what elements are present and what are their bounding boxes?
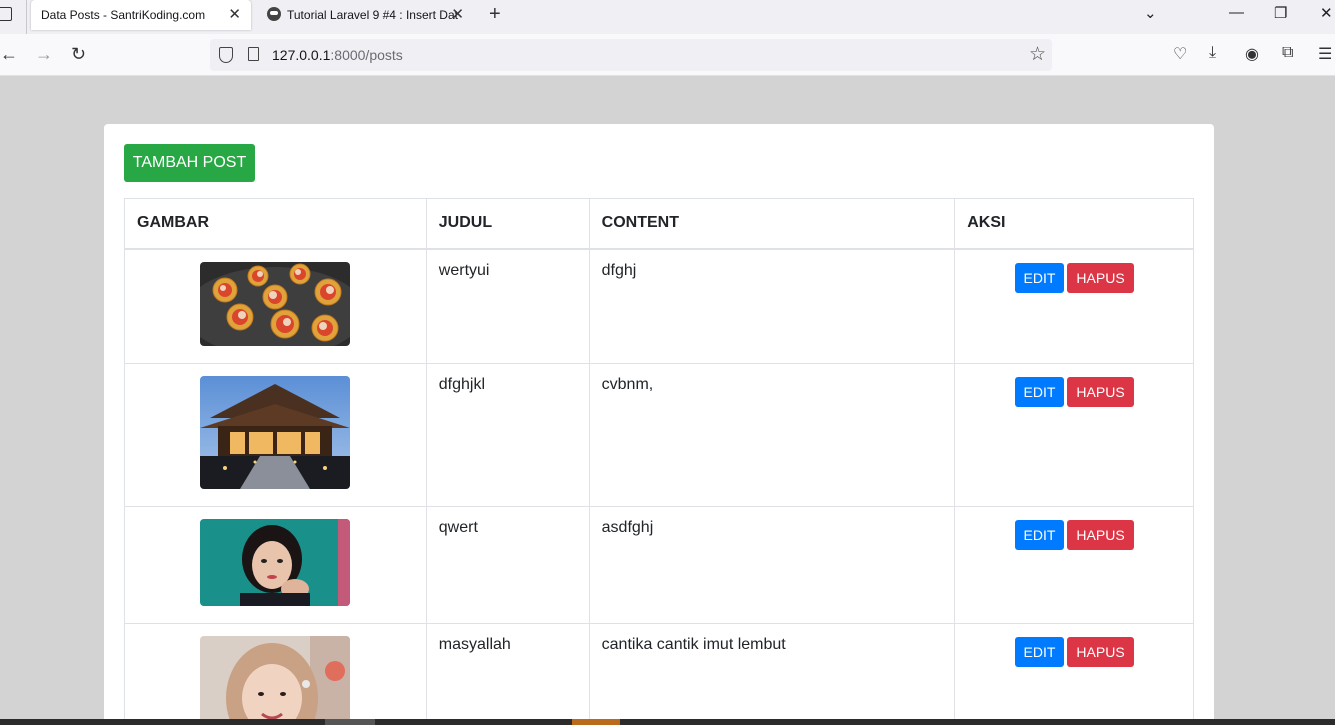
content-cell: dfghj — [588, 248, 956, 364]
table-row: qwert asdfghj EDIT HAPUS — [124, 505, 1194, 624]
navigation-bar: ← → ↻ 127.0.0.1:8000/posts ☆ ♡ ⤓ ◉ ⧉ ☰ — [0, 34, 1335, 76]
table-row: dfghjkl cvbnm, EDIT HAPUS — [124, 362, 1194, 507]
pocket-icon[interactable]: ♡ — [1173, 44, 1187, 64]
judul-cell: dfghjkl — [425, 362, 590, 507]
tab-data-posts[interactable]: Data Posts - SantriKoding.com ✕ — [31, 0, 251, 30]
aksi-cell: EDIT HAPUS — [954, 505, 1194, 624]
tab-title: Data Posts - SantriKoding.com — [41, 8, 206, 22]
tab-title: Tutorial Laravel 9 #4 : Insert Dat — [287, 8, 458, 22]
tab-separator — [26, 0, 27, 34]
table-row: masyallah cantika cantik imut lembut EDI… — [124, 622, 1194, 725]
taskbar — [0, 719, 1335, 725]
gambar-cell — [124, 362, 427, 507]
edit-button[interactable]: EDIT — [1014, 519, 1065, 550]
delete-button[interactable]: HAPUS — [1067, 262, 1134, 293]
url-bar[interactable]: 127.0.0.1:8000/posts ☆ — [210, 39, 1052, 71]
edit-button[interactable]: EDIT — [1014, 376, 1065, 407]
delete-button[interactable]: HAPUS — [1067, 636, 1134, 667]
content-cell: asdfghj — [588, 505, 956, 624]
header-judul: JUDUL — [425, 198, 590, 250]
aksi-cell: EDIT HAPUS — [954, 248, 1194, 364]
account-icon[interactable]: ◉ — [1245, 44, 1259, 64]
judul-cell: masyallah — [425, 622, 590, 725]
posts-table: GAMBAR JUDUL CONTENT AKSI wertyui dfghj … — [124, 198, 1194, 725]
close-window-icon[interactable]: ✕ — [1320, 4, 1333, 22]
menu-icon[interactable]: ☰ — [1318, 44, 1332, 64]
gambar-cell — [124, 505, 427, 624]
shield-icon[interactable] — [219, 47, 233, 63]
hijab-girl-image — [200, 635, 351, 725]
tab-close-icon[interactable]: ✕ — [228, 5, 241, 23]
download-icon[interactable]: ⤓ — [1209, 44, 1216, 62]
header-aksi: AKSI — [954, 198, 1194, 250]
aksi-cell: EDIT HAPUS — [954, 622, 1194, 725]
url-path: :8000/posts — [330, 47, 403, 63]
posts-card: TAMBAH POST GAMBAR JUDUL CONTENT AKSI we… — [104, 124, 1214, 725]
header-gambar: GAMBAR — [124, 198, 427, 250]
table-row: wertyui dfghj EDIT HAPUS — [124, 248, 1194, 364]
girl-selfie-image — [200, 518, 351, 606]
delete-button[interactable]: HAPUS — [1067, 376, 1134, 407]
tab-tutorial-laravel[interactable]: Tutorial Laravel 9 #4 : Insert Dat ✕ — [258, 0, 478, 30]
url-text[interactable]: 127.0.0.1:8000/posts — [272, 47, 403, 63]
edit-button[interactable]: EDIT — [1014, 262, 1065, 293]
gambar-cell — [124, 248, 427, 364]
tab-bar: Data Posts - SantriKoding.com ✕ Tutorial… — [0, 0, 1335, 34]
list-all-tabs-icon[interactable]: ⌄ — [1144, 4, 1157, 22]
extensions-icon[interactable]: ⧉ — [1282, 44, 1293, 62]
add-post-button[interactable]: TAMBAH POST — [124, 144, 255, 182]
header-content: CONTENT — [588, 198, 956, 250]
page-icon[interactable] — [248, 47, 259, 61]
taskbar-item[interactable] — [325, 719, 375, 725]
edit-button[interactable]: EDIT — [1014, 636, 1065, 667]
github-icon — [267, 7, 281, 21]
judul-cell: wertyui — [425, 248, 590, 364]
forward-icon[interactable]: → — [35, 44, 53, 65]
taskbar-item[interactable] — [572, 719, 620, 725]
tab-close-icon[interactable]: ✕ — [451, 5, 464, 23]
pavilion-image — [200, 375, 351, 489]
content-cell: cantika cantik imut lembut — [588, 622, 956, 725]
new-tab-icon[interactable]: + — [489, 3, 501, 26]
content-cell: cvbnm, — [588, 362, 956, 507]
restore-icon[interactable]: ❐ — [1274, 4, 1287, 22]
pizza-image — [200, 261, 351, 346]
judul-cell: qwert — [425, 505, 590, 624]
reload-icon[interactable]: ↻ — [71, 44, 86, 65]
gambar-cell — [124, 622, 427, 725]
minimize-icon[interactable]: — — [1229, 4, 1244, 21]
tab-list-icon[interactable] — [0, 7, 12, 21]
aksi-cell: EDIT HAPUS — [954, 362, 1194, 507]
bookmark-star-icon[interactable]: ☆ — [1029, 43, 1046, 66]
back-icon[interactable]: ← — [0, 44, 18, 65]
url-host: 127.0.0.1 — [272, 47, 331, 63]
delete-button[interactable]: HAPUS — [1067, 519, 1134, 550]
